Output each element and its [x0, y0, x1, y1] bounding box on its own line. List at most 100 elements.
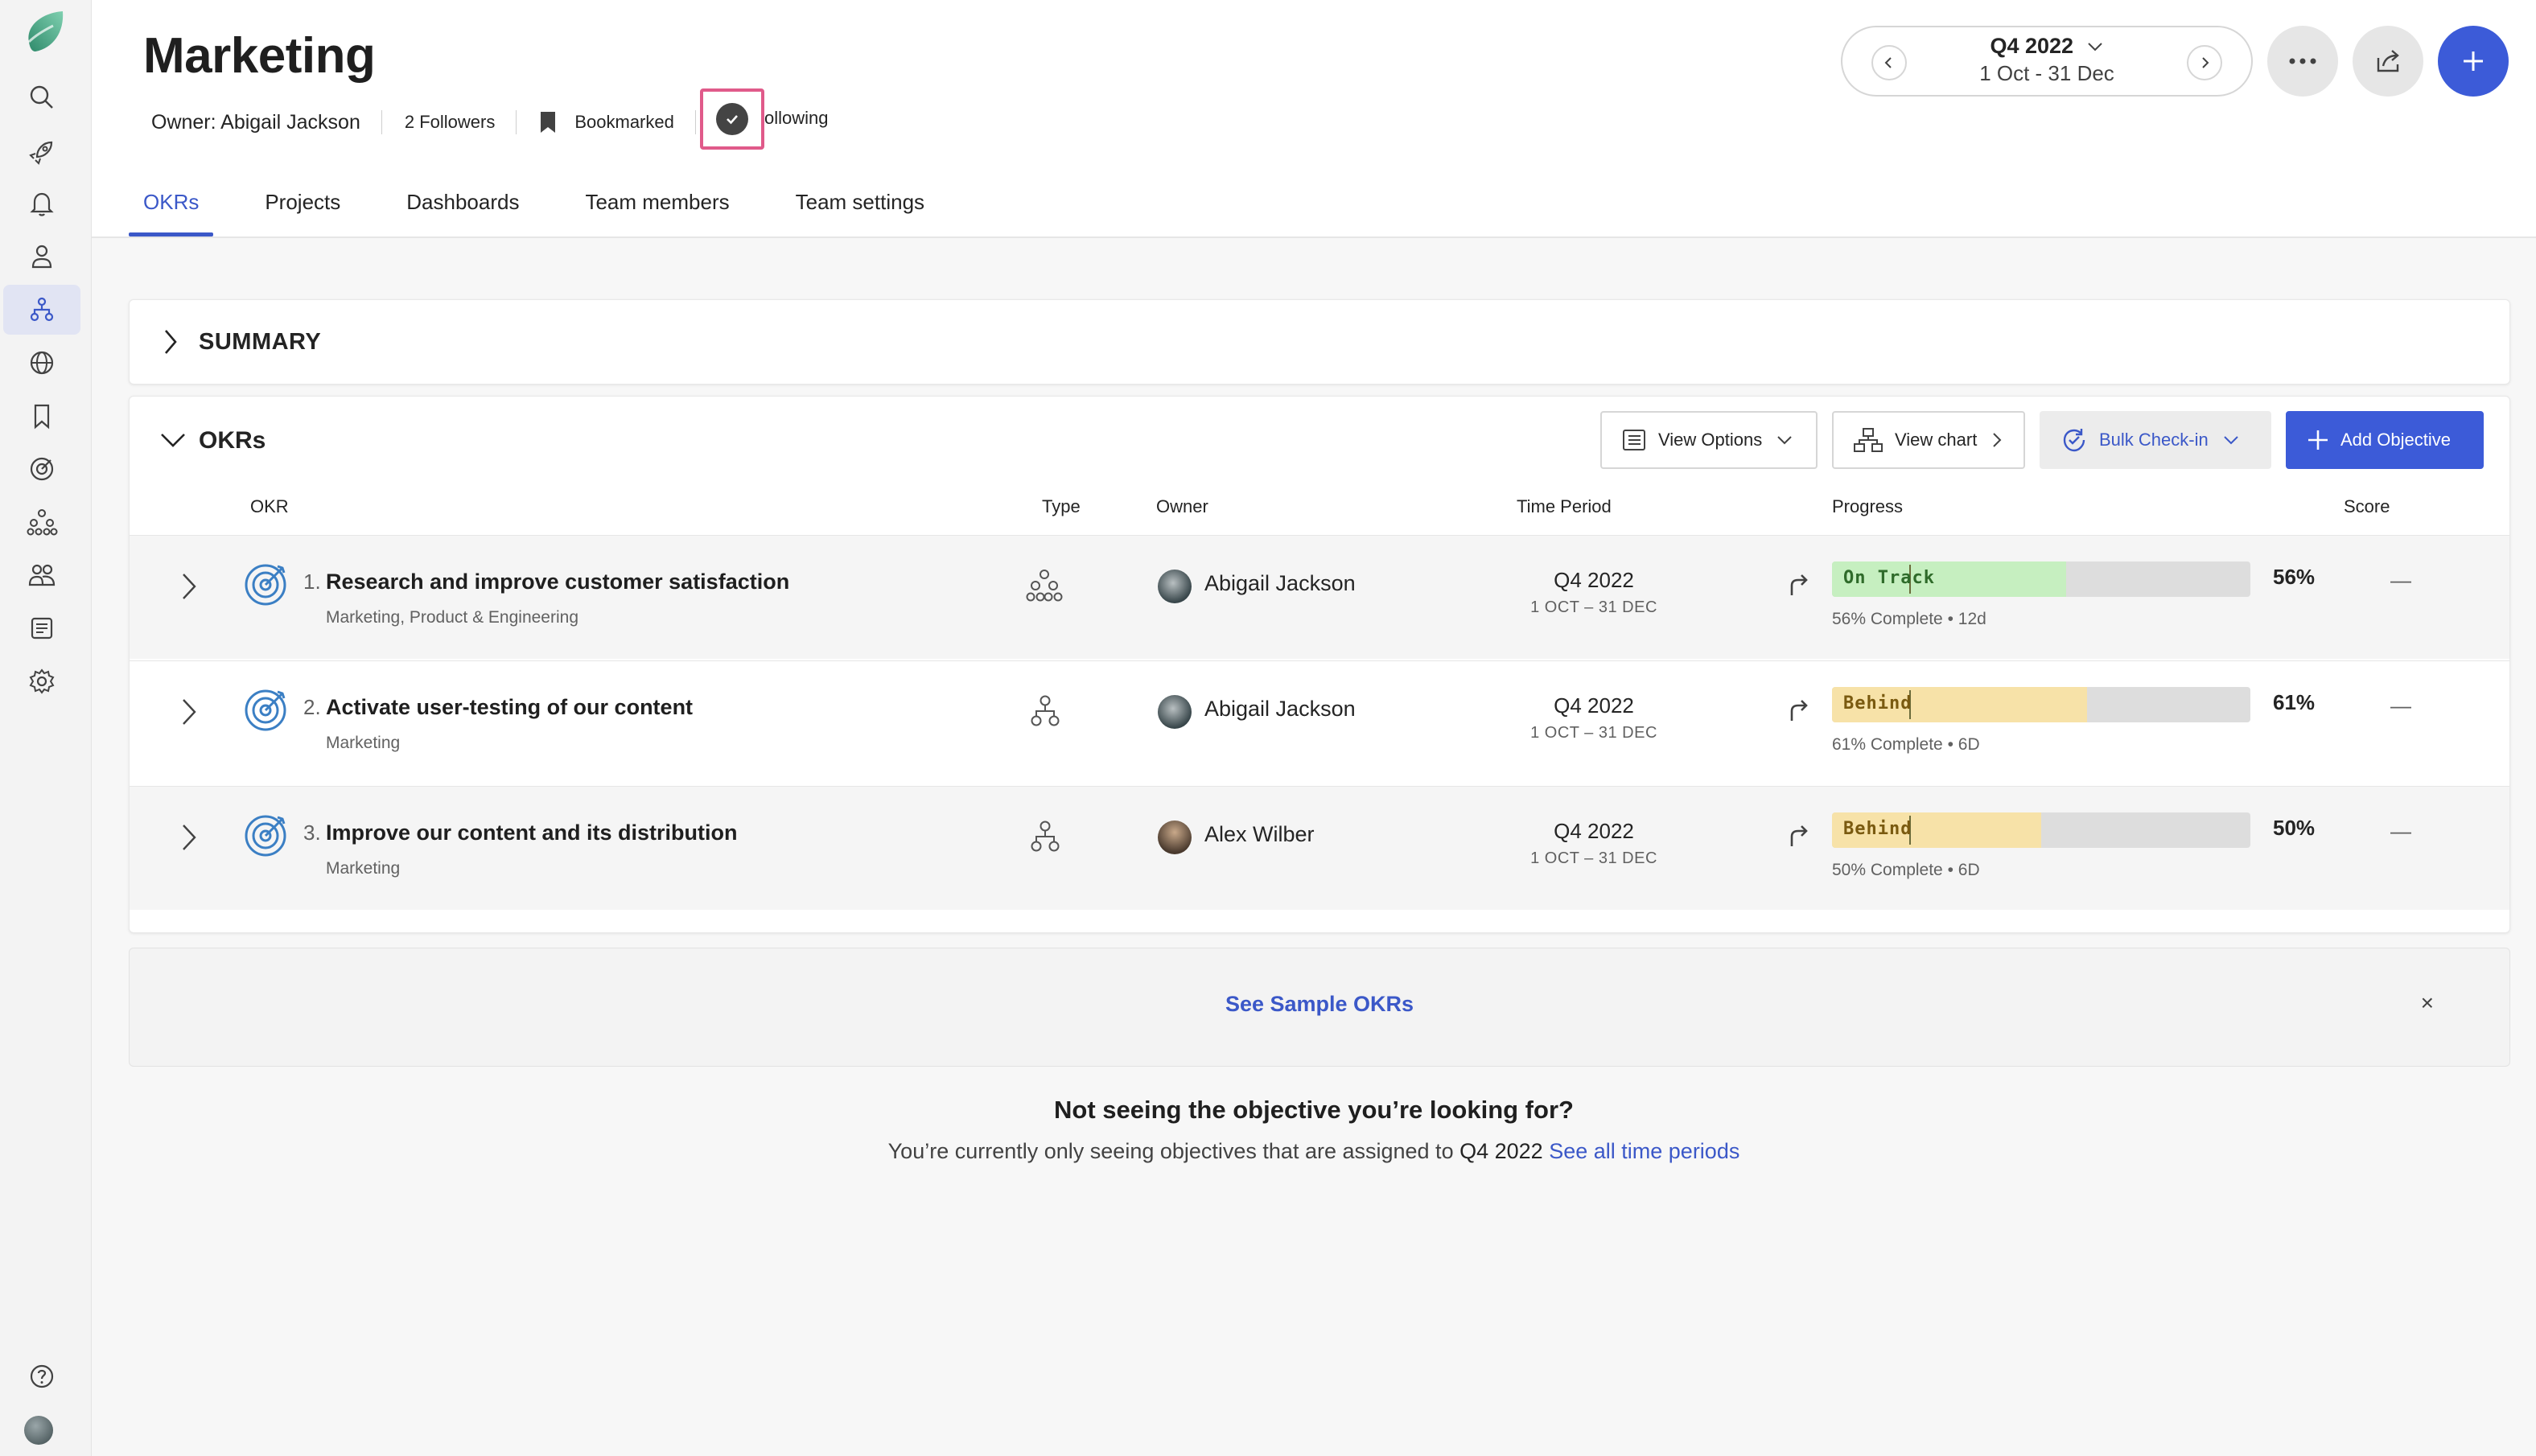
okr-teams: Marketing	[326, 859, 401, 878]
see-sample-okrs-link[interactable]: See Sample OKRs	[130, 992, 2509, 1017]
okr-title[interactable]: Activate user-testing of our content	[326, 695, 693, 720]
followers-link[interactable]: 2 Followers	[405, 112, 495, 133]
org-chart-icon	[1854, 428, 1883, 452]
okr-owner[interactable]: Alex Wilber	[1204, 822, 1315, 847]
chevron-down-icon	[1777, 436, 1792, 445]
tab-bar: OKRs Projects Dashboards Team members Te…	[129, 180, 976, 236]
view-options-button[interactable]: View Options	[1600, 411, 1818, 469]
okr-score: —	[2390, 568, 2411, 592]
chevron-right-icon[interactable]	[179, 697, 199, 727]
rail-teams[interactable]	[3, 285, 80, 335]
tab-dashboards[interactable]: Dashboards	[392, 180, 533, 236]
empty-hint-period: Q4 2022	[1459, 1139, 1543, 1163]
people-icon	[28, 564, 56, 586]
share-button[interactable]	[2353, 26, 2423, 97]
plus-icon	[2464, 51, 2483, 71]
view-options-label: View Options	[1658, 430, 1763, 450]
summary-title: SUMMARY	[199, 329, 322, 355]
more-options-button[interactable]	[2267, 26, 2338, 97]
chevron-right-icon[interactable]	[179, 822, 199, 853]
okr-owner[interactable]: Abigail Jackson	[1204, 571, 1356, 596]
rail-rocket[interactable]	[3, 127, 80, 177]
okr-owner[interactable]: Abigail Jackson	[1204, 697, 1356, 722]
chevron-down-icon[interactable]	[158, 430, 187, 450]
period-selector[interactable]: Q4 2022 1 Oct - 31 Dec	[1841, 26, 2253, 97]
okr-period-range: 1 OCT – 31 DEC	[1530, 849, 1657, 867]
share-icon	[2377, 50, 2399, 72]
add-objective-button[interactable]: Add Objective	[2286, 411, 2484, 469]
chevron-right-icon	[1993, 433, 2002, 447]
tab-team-settings[interactable]: Team settings	[781, 180, 939, 236]
search-icon	[30, 85, 53, 109]
okr-title[interactable]: Improve our content and its distribution	[326, 821, 738, 845]
rail-search[interactable]	[3, 72, 80, 122]
bookmark-icon	[34, 404, 50, 430]
okrs-section: OKRs View Options View chart Bulk Check-…	[129, 396, 2510, 933]
rail-goals[interactable]	[3, 444, 80, 494]
table-row[interactable]: 2. Activate user-testing of our content …	[130, 660, 2509, 784]
column-type[interactable]: Type	[1042, 496, 1081, 517]
more-horizontal-icon	[2289, 58, 2316, 64]
tab-projects[interactable]: Projects	[250, 180, 355, 236]
rail-people[interactable]	[3, 550, 80, 600]
list-view-icon	[1623, 430, 1645, 450]
bulk-checkin-button[interactable]: Bulk Check-in	[2040, 411, 2271, 469]
chevron-right-icon	[2202, 57, 2209, 68]
progress-bar: Behind	[1832, 812, 2250, 848]
chevron-right-icon[interactable]	[179, 571, 199, 602]
empty-hint-title: Not seeing the objective you’re looking …	[1054, 1096, 1574, 1124]
avatar	[1158, 695, 1192, 729]
summary-section[interactable]: SUMMARY	[129, 299, 2510, 385]
table-row[interactable]: 1. Research and improve customer satisfa…	[130, 535, 2509, 659]
multi-team-icon	[1026, 570, 1063, 602]
user-avatar[interactable]	[24, 1416, 53, 1445]
okr-index: 3.	[303, 821, 321, 845]
rail-notifications[interactable]	[3, 179, 80, 228]
column-okr[interactable]: OKR	[250, 496, 289, 517]
table-row[interactable]: 3. Improve our content and its distribut…	[130, 786, 2509, 910]
bookmarked-label[interactable]: Bookmarked	[574, 112, 674, 133]
trend-arrow-icon	[1790, 574, 1808, 595]
bell-icon	[30, 192, 54, 216]
column-score[interactable]: Score	[2344, 496, 2390, 517]
rail-bookmarks[interactable]	[3, 391, 80, 441]
team-meta: Owner: Abigail Jackson 2 Followers Bookm…	[151, 106, 696, 138]
person-icon	[31, 245, 52, 269]
hierarchy-icon	[27, 509, 58, 536]
avatar	[1158, 821, 1192, 854]
column-time-period[interactable]: Time Period	[1517, 496, 1612, 517]
following-toggle[interactable]	[700, 88, 764, 150]
rail-settings[interactable]	[3, 656, 80, 706]
team-icon	[1031, 821, 1060, 852]
okr-index: 1.	[303, 570, 321, 594]
chevron-right-icon[interactable]	[162, 327, 179, 356]
trend-arrow-icon	[1790, 825, 1808, 846]
rail-globe[interactable]	[3, 338, 80, 388]
rocket-icon	[29, 141, 53, 165]
list-icon	[31, 617, 53, 640]
column-owner[interactable]: Owner	[1156, 496, 1208, 517]
close-icon[interactable]: ×	[2421, 990, 2434, 1016]
next-period-button[interactable]	[2187, 45, 2222, 80]
column-progress[interactable]: Progress	[1832, 496, 1903, 517]
rail-profile[interactable]	[3, 232, 80, 282]
okr-title[interactable]: Research and improve customer satisfacti…	[326, 570, 789, 594]
following-label[interactable]: ollowing	[764, 108, 829, 129]
bookmark-filled-icon[interactable]	[539, 111, 557, 134]
avatar	[1158, 570, 1192, 603]
rail-help[interactable]	[3, 1351, 80, 1401]
okr-teams: Marketing, Product & Engineering	[326, 608, 579, 627]
view-chart-button[interactable]: View chart	[1832, 411, 2025, 469]
okr-score: —	[2390, 819, 2411, 843]
rail-hierarchy[interactable]	[3, 497, 80, 547]
refresh-check-icon	[2063, 429, 2085, 452]
tab-okrs[interactable]: OKRs	[129, 180, 214, 236]
rail-list[interactable]	[3, 603, 80, 653]
tab-team-members[interactable]: Team members	[570, 180, 743, 236]
okr-period: Q4 2022	[1554, 819, 1634, 843]
owner-label: Owner: Abigail Jackson	[151, 110, 360, 134]
see-all-time-periods-link[interactable]: See all time periods	[1549, 1139, 1739, 1163]
create-button[interactable]	[2438, 26, 2509, 97]
app-logo-icon[interactable]	[18, 6, 71, 60]
okr-period-range: 1 OCT – 31 DEC	[1530, 724, 1657, 742]
